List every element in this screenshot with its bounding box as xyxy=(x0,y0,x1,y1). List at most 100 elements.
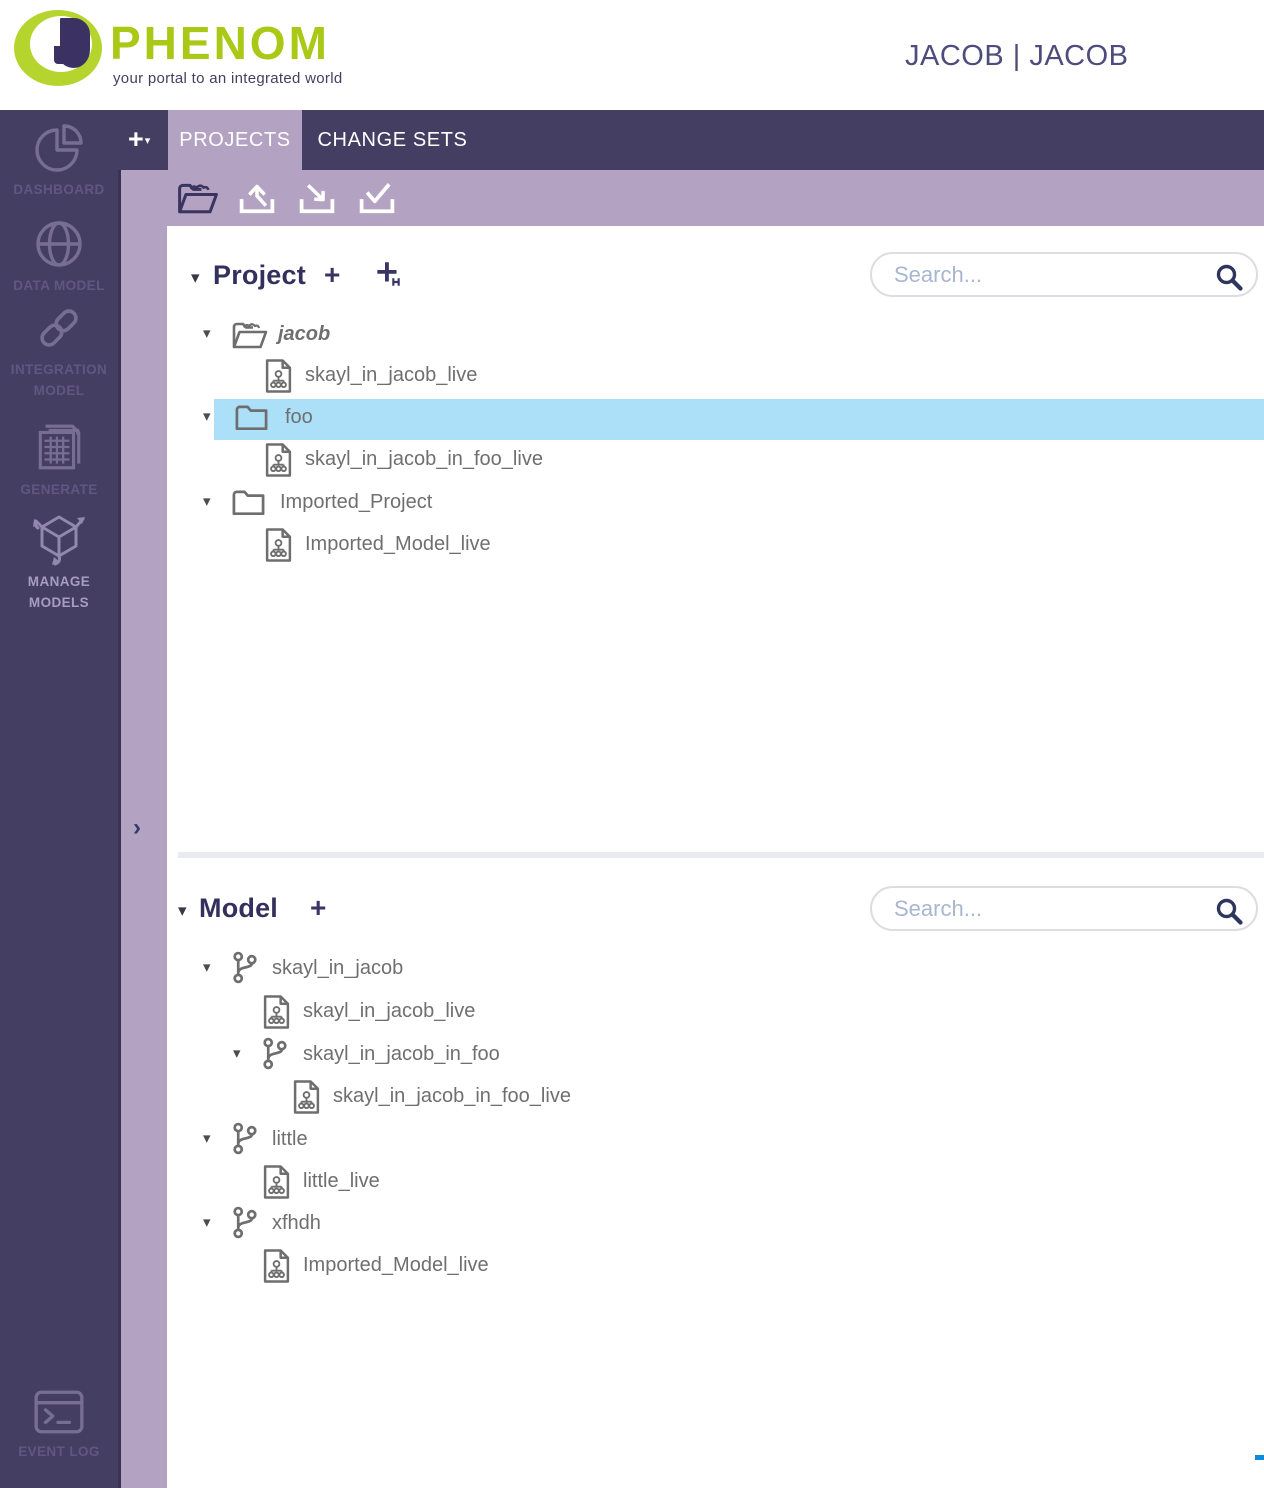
tree-item-label: little xyxy=(272,1128,308,1150)
model-doc-icon xyxy=(264,358,293,394)
tab-change-sets[interactable]: CHANGE SETS xyxy=(310,110,475,170)
tree-item-label: Imported_Model_live xyxy=(303,1254,489,1276)
model-doc-icon xyxy=(264,442,293,478)
tree-item-skayl-in-jacob-in-foo-live[interactable]: skayl_in_jacob_in_foo_live xyxy=(200,441,1100,481)
add-tab-button[interactable]: +▾ xyxy=(128,124,170,158)
sidebar-item-label: MODEL xyxy=(33,383,85,398)
tree-item-skayl-in-jacob-live[interactable]: skayl_in_jacob_live xyxy=(200,357,1100,397)
open-project-button[interactable] xyxy=(175,174,223,222)
caret-icon[interactable]: ▾ xyxy=(203,407,211,425)
sidebar-item-label: INTEGRATION xyxy=(10,362,108,377)
branch-icon xyxy=(262,1036,289,1072)
caret-icon[interactable]: ▾ xyxy=(203,324,211,342)
chevron-down-icon: ▾ xyxy=(144,135,151,147)
add-project-button[interactable]: + xyxy=(324,261,340,289)
tree-item-skayl-in-jacob-in-foo-live[interactable]: skayl_in_jacob_in_foo_live xyxy=(200,1078,1100,1118)
caret-icon[interactable]: ▾ xyxy=(233,1044,241,1062)
projects-toolbar xyxy=(167,170,1264,226)
branch-icon xyxy=(232,950,259,986)
caret-icon[interactable]: ▾ xyxy=(203,1129,211,1147)
import-button[interactable] xyxy=(235,174,283,222)
project-panel-title: Project xyxy=(213,260,306,290)
project-search-box xyxy=(870,252,1258,297)
tree-item-foo[interactable]: ▾ foo xyxy=(200,399,1100,439)
tree-item-skayl-in-jacob-live[interactable]: skayl_in_jacob_live xyxy=(200,993,1100,1033)
sidebar-item-integration-model[interactable]: INTEGRATION MODEL xyxy=(0,302,118,401)
model-doc-icon xyxy=(262,1248,291,1284)
caret-icon[interactable]: ▾ xyxy=(203,492,211,510)
folder-icon xyxy=(231,488,266,518)
logo-comma xyxy=(60,18,90,68)
tree-item-label: xfhdh xyxy=(272,1212,321,1234)
tree-item-label: skayl_in_jacob_live xyxy=(303,1000,476,1022)
sidebar-item-label: MODELS xyxy=(28,595,90,610)
brand-name: PHENOM xyxy=(110,17,330,69)
model-doc-icon xyxy=(292,1079,321,1115)
app-header: PHENOM your portal to an integrated worl… xyxy=(0,0,1264,110)
link-icon xyxy=(33,302,85,354)
tree-item-jacob[interactable]: ▾ jacob xyxy=(200,316,1100,356)
tree-item-imported-project[interactable]: ▾ Imported_Project xyxy=(200,484,1100,524)
add-project-folder-button[interactable] xyxy=(372,258,404,290)
download-tray-icon xyxy=(295,180,339,216)
commit-button[interactable] xyxy=(355,174,403,222)
caret-icon[interactable]: ▾ xyxy=(203,958,211,976)
sidebar-item-data-model[interactable]: DATA MODEL xyxy=(0,218,118,296)
phenom-logo-icon xyxy=(14,8,102,88)
folder-open-icon xyxy=(175,179,221,217)
sidebar-item-dashboard[interactable]: DASHBOARD xyxy=(0,122,118,200)
tree-item-label: skayl_in_jacob_in_foo_live xyxy=(305,448,543,470)
caret-icon[interactable]: ▾ xyxy=(203,1213,211,1231)
sidebar-item-label: GENERATE xyxy=(20,482,98,497)
sidebar-item-event-log[interactable]: EVENT LOG xyxy=(0,1388,118,1462)
project-collapse-caret[interactable]: ▾ xyxy=(191,268,200,288)
sidebar-item-label: EVENT LOG xyxy=(18,1444,100,1459)
tree-item-little[interactable]: ▾ little xyxy=(200,1121,1100,1161)
tree-item-label: Imported_Model_live xyxy=(305,533,491,555)
tree-item-label: skayl_in_jacob_live xyxy=(305,364,478,386)
terminal-icon xyxy=(32,1388,86,1436)
tree-item-skayl-in-jacob-in-foo[interactable]: ▾ skayl_in_jacob_in_foo xyxy=(200,1036,1100,1076)
sidebar-item-label: DATA MODEL xyxy=(13,278,105,293)
expand-panel-chevron[interactable]: › xyxy=(133,814,157,844)
tree-item-label: jacob xyxy=(278,323,331,345)
tree-item-xfhdh[interactable]: ▾ xfhdh xyxy=(200,1205,1100,1245)
brand-tagline: your portal to an integrated world xyxy=(113,70,343,87)
tree-item-label: skayl_in_jacob xyxy=(272,957,404,979)
export-button[interactable] xyxy=(295,174,343,222)
model-panel-title: Model xyxy=(199,893,278,923)
folder-open-icon xyxy=(230,318,270,352)
tree-item-skayl-in-jacob[interactable]: ▾ skayl_in_jacob xyxy=(200,950,1100,990)
model-collapse-caret[interactable]: ▾ xyxy=(178,901,187,921)
search-icon[interactable] xyxy=(1214,896,1244,926)
app-window: PHENOM your portal to an integrated worl… xyxy=(0,0,1264,1488)
spreadsheet-icon xyxy=(32,420,86,474)
search-icon[interactable] xyxy=(1214,262,1244,292)
project-search-input[interactable] xyxy=(894,258,1194,292)
pie-chart-icon xyxy=(33,122,85,174)
tree-item-label: skayl_in_jacob_in_foo_live xyxy=(333,1085,571,1107)
add-model-button[interactable]: + xyxy=(310,894,326,922)
globe-icon xyxy=(33,218,85,270)
tree-item-label: foo xyxy=(285,406,313,428)
sidebar-item-manage-models[interactable]: MANAGE MODELS xyxy=(0,508,118,613)
model-doc-icon xyxy=(262,994,291,1030)
branch-icon xyxy=(232,1205,259,1241)
tree-item-little-live[interactable]: little_live xyxy=(200,1163,1100,1203)
cursor-artifact xyxy=(1255,1455,1264,1460)
tree-item-label: Imported_Project xyxy=(280,491,433,513)
tree-item-label: little_live xyxy=(303,1170,380,1192)
panel-divider xyxy=(178,852,1264,858)
tree-item-imported-model-live[interactable]: Imported_Model_live xyxy=(200,526,1100,566)
model-doc-icon xyxy=(262,1164,291,1200)
plus-icon: + xyxy=(128,124,144,154)
sidebar-item-generate[interactable]: GENERATE xyxy=(0,420,118,500)
model-doc-icon xyxy=(264,527,293,563)
model-search-input[interactable] xyxy=(894,892,1194,926)
folder-icon xyxy=(234,403,269,433)
upload-tray-icon xyxy=(235,180,279,216)
tab-projects[interactable]: PROJECTS xyxy=(168,110,302,170)
tree-item-imported-model-live[interactable]: Imported_Model_live xyxy=(200,1247,1100,1287)
user-account-label[interactable]: JACOB | JACOB xyxy=(905,40,1129,73)
model-search-box xyxy=(870,886,1258,931)
